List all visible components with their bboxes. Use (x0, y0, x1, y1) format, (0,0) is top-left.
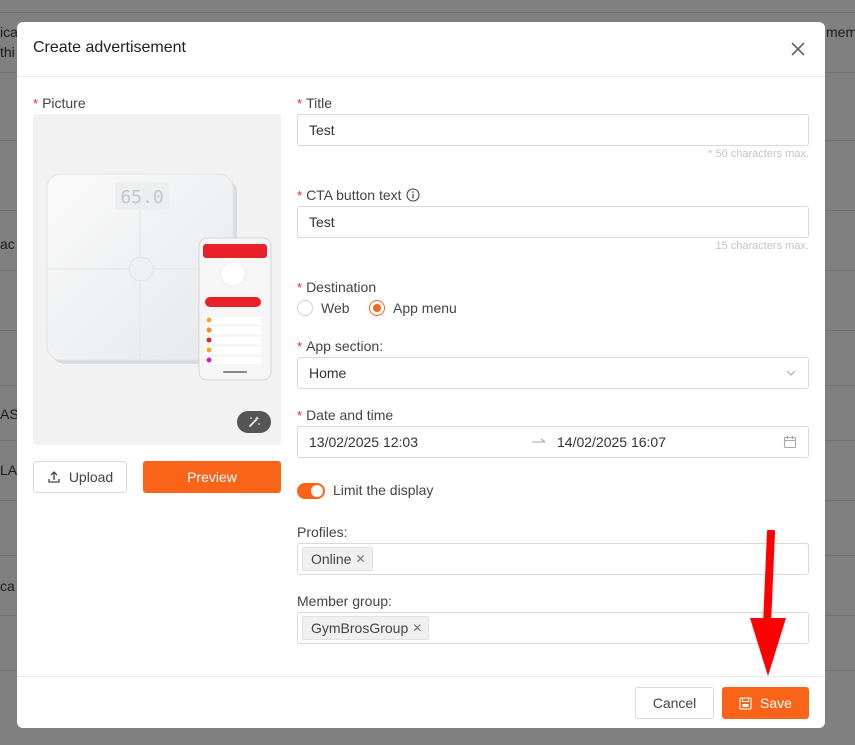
cta-hint: 15 characters max. (715, 240, 809, 252)
title-input-value: Test (309, 122, 335, 138)
radio-label: Web (321, 300, 350, 316)
profiles-select[interactable]: Online ✕ (297, 543, 809, 575)
cta-input[interactable]: Test (297, 206, 809, 238)
app-section-label: * App section: (297, 338, 384, 354)
profiles-label: Profiles: (297, 524, 348, 540)
cta-label: * CTA button text (297, 187, 420, 203)
close-icon[interactable] (789, 40, 807, 58)
scale-display: 65.0 (120, 187, 163, 208)
radio-unchecked-icon (297, 300, 313, 316)
modal-title: Create advertisement (33, 39, 186, 56)
member-group-label: Member group: (297, 593, 392, 609)
app-section-select[interactable]: Home (297, 357, 809, 389)
radio-checked-icon (369, 300, 385, 316)
cancel-label: Cancel (652, 695, 697, 711)
annotation-arrow-icon (750, 530, 786, 676)
magic-wand-button[interactable] (237, 411, 271, 433)
arrow-right-icon (532, 438, 546, 443)
cta-input-value: Test (309, 214, 335, 230)
upload-button[interactable]: Upload (33, 461, 127, 493)
tag-remove-icon[interactable]: ✕ (355, 552, 365, 566)
destination-web-radio[interactable]: Web (297, 300, 350, 316)
start-date-input[interactable]: 13/02/2025 12:03 (309, 434, 531, 450)
destination-app-menu-radio[interactable]: App menu (369, 300, 457, 316)
save-label: Save (760, 695, 792, 711)
create-advertisement-modal: Create advertisement * Picture 65.0 Uplo… (17, 22, 825, 728)
picture-preview[interactable]: 65.0 (33, 114, 281, 445)
date-range-picker[interactable]: 13/02/2025 12:03 14/02/2025 16:07 (297, 426, 809, 458)
chevron-down-icon (786, 370, 796, 376)
radio-label: App menu (393, 300, 457, 316)
calendar-icon (783, 436, 797, 449)
info-icon[interactable] (405, 188, 420, 202)
modal-header: Create advertisement (17, 22, 825, 77)
title-input[interactable]: Test (297, 114, 809, 146)
member-group-tag: GymBrosGroup ✕ (302, 616, 430, 640)
preview-button[interactable]: Preview (143, 461, 281, 493)
cancel-button[interactable]: Cancel (635, 687, 714, 719)
modal-footer: Cancel Save (17, 676, 825, 728)
app-section-value: Home (309, 365, 347, 381)
upload-label: Upload (68, 469, 114, 485)
tag-remove-icon[interactable]: ✕ (412, 621, 422, 635)
smart-scale-image: 65.0 (46, 173, 272, 381)
title-label: * Title (297, 95, 332, 111)
member-group-select[interactable]: GymBrosGroup ✕ (297, 612, 809, 644)
limit-display-label: Limit the display (333, 482, 434, 498)
save-icon (739, 696, 752, 710)
save-button[interactable]: Save (722, 687, 809, 719)
profile-tag: Online ✕ (302, 547, 373, 571)
upload-icon (48, 471, 60, 483)
tag-label: GymBrosGroup (311, 620, 409, 636)
tag-label: Online (311, 551, 352, 567)
end-date-input[interactable]: 14/02/2025 16:07 (557, 434, 783, 450)
magic-wand-icon (249, 416, 260, 427)
limit-display-toggle[interactable] (297, 483, 325, 499)
title-hint: * 50 characters max. (708, 148, 809, 160)
date-time-label: * Date and time (297, 407, 394, 423)
destination-label: * Destination (297, 279, 377, 295)
preview-label: Preview (187, 469, 237, 485)
picture-label: * Picture (33, 95, 86, 111)
